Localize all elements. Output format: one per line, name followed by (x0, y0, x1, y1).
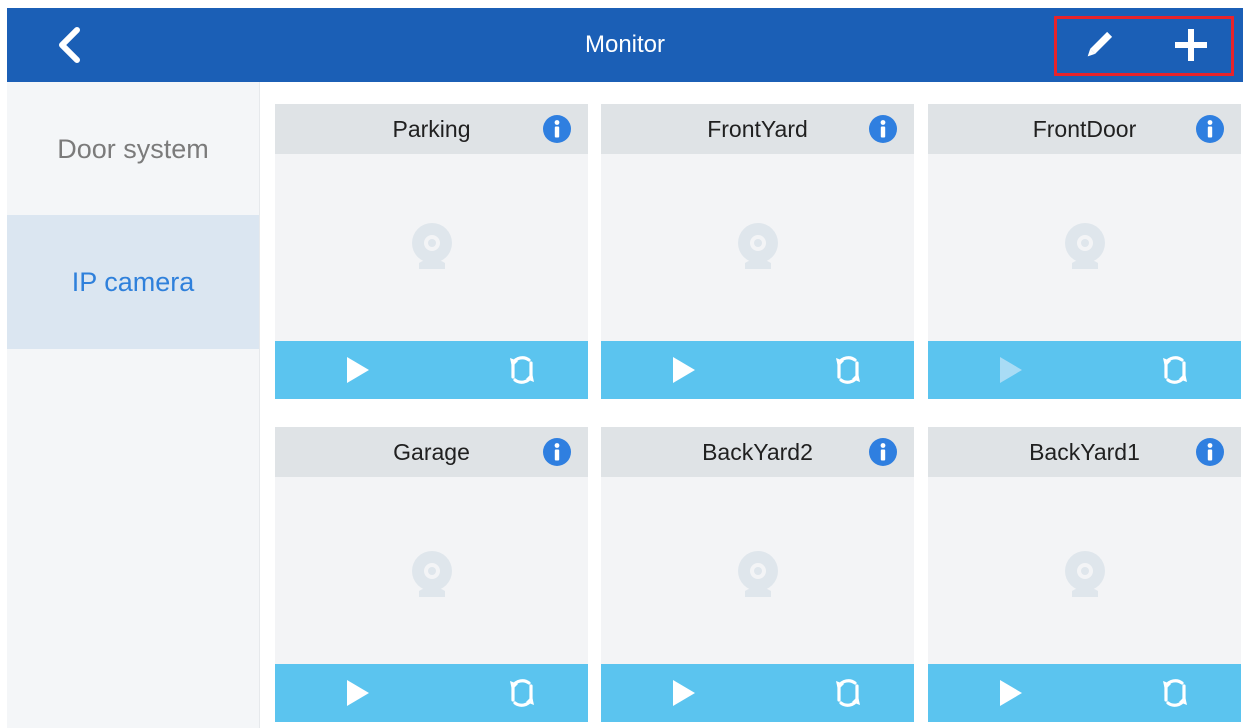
refresh-button[interactable] (1158, 353, 1192, 387)
play-button[interactable] (343, 355, 373, 385)
info-button[interactable] (868, 114, 898, 144)
back-button[interactable] (47, 22, 93, 68)
camera-card-backyard2: BackYard2 (601, 427, 914, 722)
play-button[interactable] (343, 678, 373, 708)
refresh-icon (836, 356, 860, 384)
camera-placeholder-icon (733, 547, 783, 605)
play-button[interactable] (996, 678, 1026, 708)
camera-card-frontdoor: FrontDoor (928, 104, 1241, 399)
sidebar-item-ip-camera[interactable]: IP camera (7, 215, 259, 349)
refresh-button[interactable] (505, 676, 539, 710)
sidebar: Door system IP camera (7, 82, 260, 728)
camera-controls-bar (275, 664, 588, 722)
camera-placeholder-icon (1060, 219, 1110, 277)
info-button[interactable] (542, 437, 572, 467)
camera-card-frontyard: FrontYard (601, 104, 914, 399)
pencil-icon (1087, 31, 1113, 57)
sidebar-item-door-system[interactable]: Door system (7, 82, 259, 216)
info-button[interactable] (1195, 114, 1225, 144)
play-icon (673, 357, 695, 383)
refresh-button[interactable] (831, 353, 865, 387)
play-icon (347, 357, 369, 383)
refresh-icon (510, 356, 534, 384)
camera-controls-bar (601, 664, 914, 722)
camera-placeholder-icon (1060, 547, 1110, 605)
camera-controls-bar (601, 341, 914, 399)
play-icon (673, 680, 695, 706)
camera-controls-bar (275, 341, 588, 399)
camera-placeholder-icon (733, 219, 783, 277)
camera-controls-bar (928, 341, 1241, 399)
edit-button[interactable] (1079, 25, 1119, 65)
refresh-button[interactable] (1158, 676, 1192, 710)
monitor-app: Monitor Door system IP camera Parking Fr… (0, 0, 1250, 728)
info-icon (869, 438, 897, 466)
info-button[interactable] (868, 437, 898, 467)
info-icon (543, 438, 571, 466)
play-icon (347, 680, 369, 706)
add-button[interactable] (1171, 25, 1211, 65)
info-button[interactable] (1195, 437, 1225, 467)
camera-placeholder-icon (407, 547, 457, 605)
refresh-icon (1163, 679, 1187, 707)
plus-icon (1175, 29, 1207, 61)
play-button[interactable] (669, 355, 699, 385)
camera-card-parking: Parking (275, 104, 588, 399)
play-button[interactable] (996, 355, 1026, 385)
info-icon (869, 115, 897, 143)
chevron-left-icon (59, 27, 80, 63)
refresh-button[interactable] (505, 353, 539, 387)
refresh-button[interactable] (831, 676, 865, 710)
camera-card-garage: Garage (275, 427, 588, 722)
play-icon (1000, 357, 1022, 383)
camera-controls-bar (928, 664, 1241, 722)
info-icon (1196, 438, 1224, 466)
camera-card-backyard1: BackYard1 (928, 427, 1241, 722)
camera-grid: Parking FrontYard FrontDoor Garage BackY… (275, 104, 1243, 724)
info-icon (543, 115, 571, 143)
camera-placeholder-icon (407, 219, 457, 277)
info-button[interactable] (542, 114, 572, 144)
refresh-icon (836, 679, 860, 707)
refresh-icon (510, 679, 534, 707)
refresh-icon (1163, 356, 1187, 384)
play-icon (1000, 680, 1022, 706)
info-icon (1196, 115, 1224, 143)
app-header: Monitor (7, 8, 1243, 82)
play-button[interactable] (669, 678, 699, 708)
